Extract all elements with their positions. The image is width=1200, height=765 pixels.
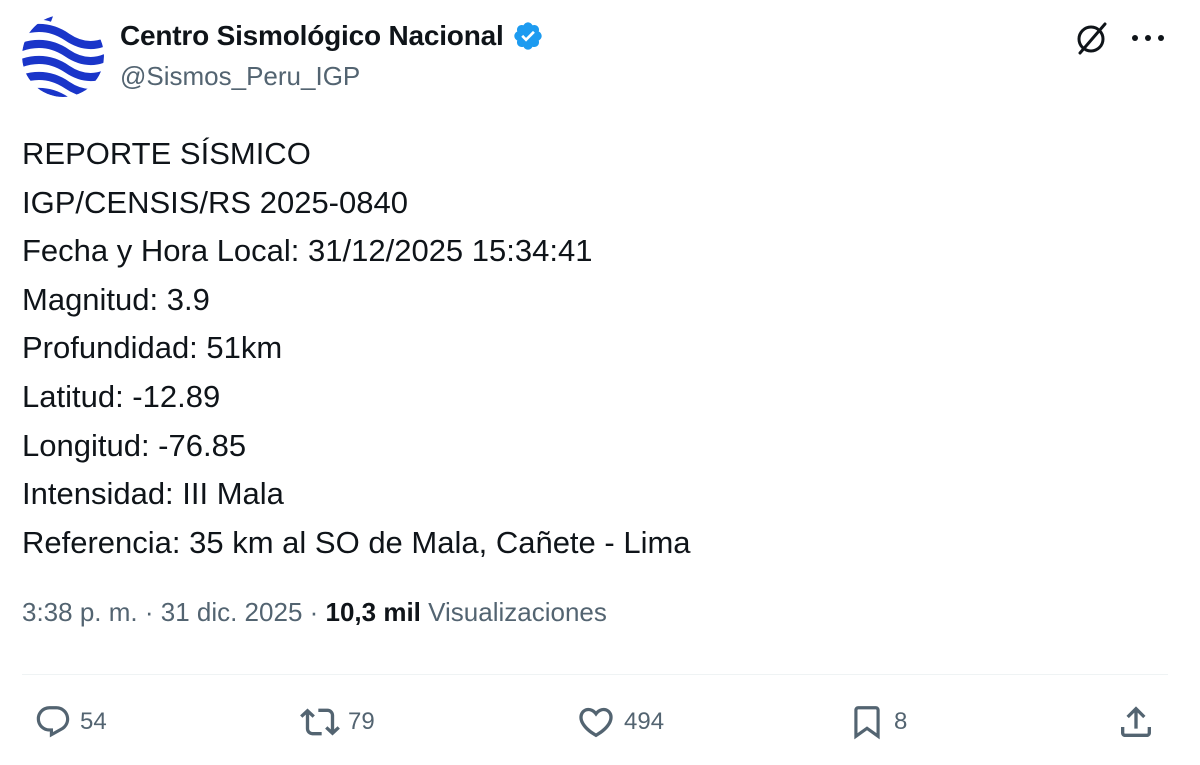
- views-count[interactable]: 10,3 mil: [326, 597, 421, 627]
- tweet-card: Centro Sismológico Nacional @Sismos_Peru…: [0, 0, 1200, 765]
- tweet-line-report-id: IGP/CENSIS/RS 2025-0840: [22, 184, 408, 220]
- author-display-name[interactable]: Centro Sismológico Nacional: [120, 20, 504, 52]
- tweet-line-depth: Profundidad: 51km: [22, 330, 283, 366]
- reply-button[interactable]: 54: [34, 700, 107, 744]
- tweet-line-magnitude: Magnitud: 3.9: [22, 281, 210, 317]
- like-count: 494: [624, 708, 665, 735]
- retweet-button[interactable]: 79: [300, 700, 375, 744]
- tweet-line-latitude: Latitud: -12.89: [22, 378, 221, 414]
- reply-icon: [34, 703, 72, 741]
- verified-badge-icon[interactable]: [512, 20, 544, 52]
- retweet-icon: [300, 702, 340, 742]
- tweet-meta: 3:38 p. m. · 31 dic. 2025 · 10,3 mil Vis…: [22, 597, 607, 628]
- author-name-row[interactable]: Centro Sismológico Nacional: [120, 18, 544, 54]
- author-handle[interactable]: @Sismos_Peru_IGP: [120, 61, 360, 92]
- tweet-time[interactable]: 3:38 p. m.: [22, 597, 138, 627]
- tweet-line-datetime: Fecha y Hora Local: 31/12/2025 15:34:41: [22, 233, 593, 269]
- meta-separator: ·: [302, 597, 326, 627]
- tweet-line-title: REPORTE SÍSMICO: [22, 136, 311, 171]
- reply-count: 54: [80, 708, 107, 735]
- grok-slash-icon[interactable]: [1072, 18, 1112, 58]
- divider: [22, 674, 1168, 675]
- bookmark-button[interactable]: 8: [848, 700, 907, 744]
- more-dots-icon[interactable]: [1126, 18, 1170, 58]
- meta-separator: ·: [137, 597, 161, 627]
- share-button[interactable]: [1116, 700, 1156, 744]
- share-icon: [1116, 702, 1156, 742]
- avatar[interactable]: [22, 15, 104, 97]
- tweet-line-reference: Referencia: 35 km al SO de Mala, Cañete …: [22, 524, 691, 560]
- bookmark-icon: [848, 703, 886, 741]
- tweet-text: REPORTE SÍSMICO IGP/CENSIS/RS 2025-0840 …: [22, 130, 1172, 567]
- bookmark-count: 8: [894, 708, 908, 735]
- heart-icon: [576, 702, 616, 742]
- views-label[interactable]: Visualizaciones: [421, 597, 607, 627]
- tweet-date[interactable]: 31 dic. 2025: [161, 597, 303, 627]
- retweet-count: 79: [348, 708, 375, 735]
- tweet-line-intensity: Intensidad: III Mala: [22, 476, 284, 512]
- like-button[interactable]: 494: [576, 700, 664, 744]
- tweet-line-longitude: Longitud: -76.85: [22, 427, 247, 463]
